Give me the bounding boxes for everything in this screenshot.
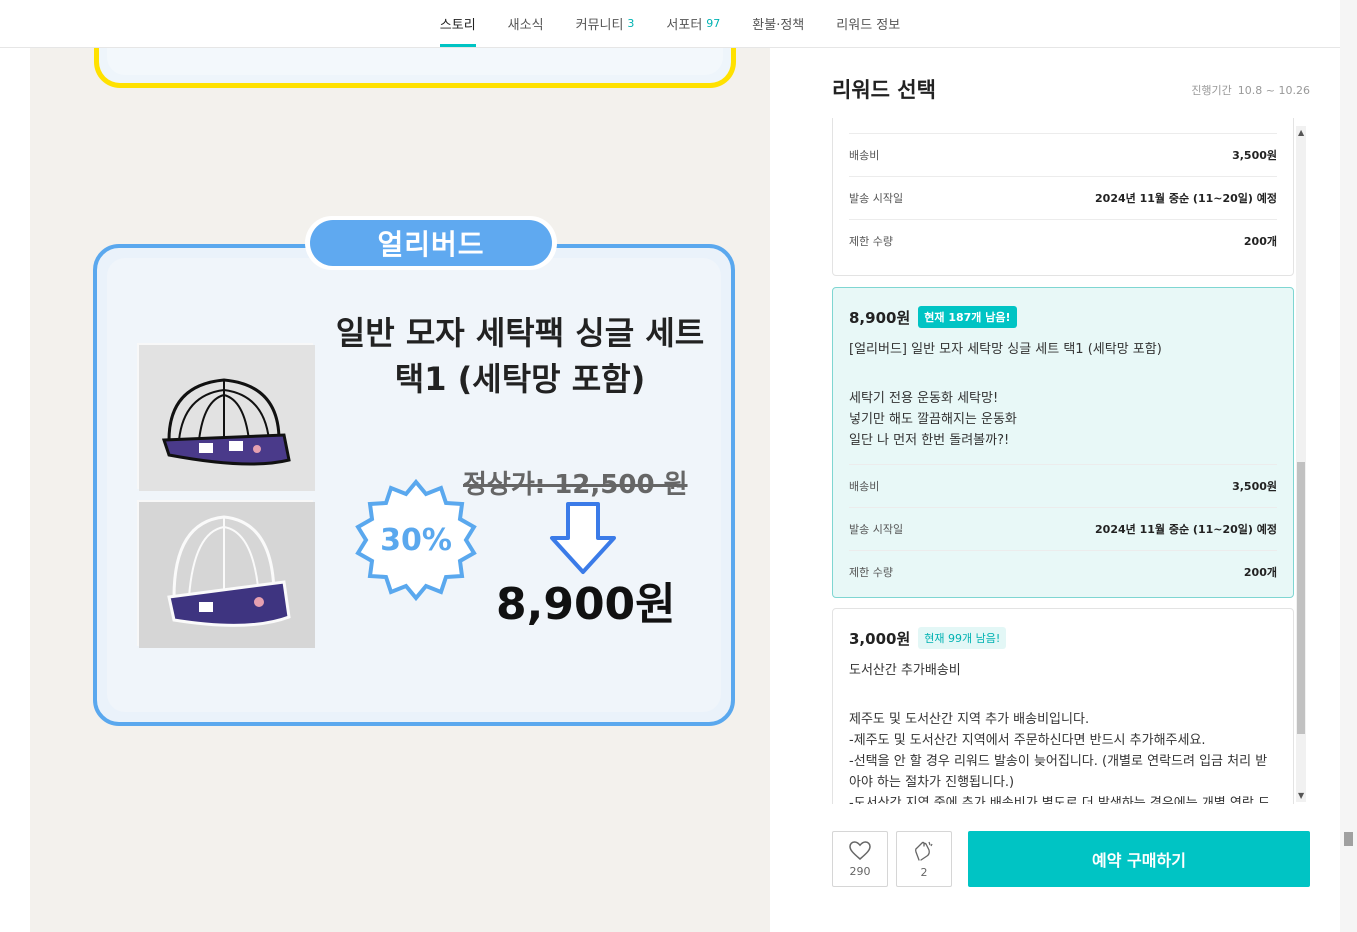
row-value: 2024년 11월 중순 (11~20일) 예정 — [1095, 192, 1277, 205]
product-image-black-frame — [137, 343, 315, 491]
scroll-down-arrow-icon[interactable]: ▼ — [1298, 791, 1304, 800]
desc-line: 제주도 및 도서산간 지역 추가 배송비입니다. — [849, 712, 1090, 727]
page-scrollbar-thumb[interactable] — [1344, 832, 1353, 846]
reward-row-limit: 제한 수량 200개 — [849, 219, 1277, 262]
desc-line: -도서산간 지역 중에 추가 배송비가 별도로 더 발생하는 경우에는 개별 연… — [849, 796, 1270, 804]
row-key: 배송비 — [849, 149, 880, 162]
like-count: 290 — [849, 864, 871, 878]
black-cap-frame-illustration — [139, 345, 315, 491]
reward-row-ship-date: 발송 시작일 2024년 11월 중순 (11~20일) 예정 — [849, 176, 1277, 219]
row-key: 제한 수량 — [849, 235, 893, 248]
cheer-count: 2 — [920, 865, 928, 879]
clap-hands-icon — [915, 841, 933, 861]
row-key: 발송 시작일 — [849, 192, 904, 205]
tab-community-label: 커뮤니티 — [575, 17, 624, 33]
reward-price: 3,000원 — [849, 629, 911, 648]
discount-percent: 30% — [380, 522, 452, 558]
product-image-white-frame — [137, 500, 315, 648]
tab-supporters-count: 97 — [706, 16, 721, 30]
like-button[interactable]: 290 — [832, 831, 888, 887]
reward-name: 도서산간 추가배송비 — [849, 663, 961, 678]
desc-line: -선택을 안 할 경우 리워드 발송이 늦어집니다. (개별로 연락드려 입금 … — [849, 754, 1268, 769]
heart-icon — [849, 840, 871, 860]
reward-description: 제주도 및 도서산간 지역 추가 배송비입니다. -제주도 및 도서산간 지역에… — [849, 709, 1279, 804]
scroll-up-arrow-icon[interactable]: ▲ — [1298, 128, 1304, 137]
desc-line: 넣기만 해도 깔끔해지는 운동화 — [849, 412, 1017, 427]
reward-item-previous[interactable]: 배송비 3,500원 발송 시작일 2024년 11월 중순 (11~20일) 예정… — [832, 118, 1294, 276]
sale-price: 8,900원 — [496, 579, 676, 630]
desc-line: 아야 하는 절차가 진행됩니다.) — [849, 775, 1015, 790]
reward-list-scrollbar[interactable]: ▲ ▼ — [1296, 126, 1306, 802]
row-value: 3,500원 — [1232, 480, 1277, 493]
reward-row-shipping: 배송비 3,500원 — [849, 133, 1277, 176]
desc-line: 일단 나 먼저 한번 돌려볼까?! — [849, 433, 1010, 448]
reward-list[interactable]: 배송비 3,500원 발송 시작일 2024년 11월 중순 (11~20일) 예정… — [832, 118, 1294, 804]
tab-bar: 스토리 새소식 커뮤니티 3 서포터 97 환불·정책 리워드 정보 — [424, 0, 916, 47]
early-bird-badge: 얼리버드 — [310, 220, 552, 266]
top-nav: 스토리 새소식 커뮤니티 3 서포터 97 환불·정책 리워드 정보 — [0, 0, 1340, 48]
tab-story[interactable]: 스토리 — [424, 0, 492, 47]
tab-refund-policy[interactable]: 환불·정책 — [736, 0, 820, 47]
scrollbar-thumb[interactable] — [1297, 462, 1305, 734]
down-arrow-icon — [548, 500, 618, 576]
row-value: 200개 — [1243, 235, 1277, 248]
regular-price: 정상가: 12,500 원 — [463, 470, 688, 500]
page-scrollbar[interactable] — [1340, 0, 1357, 932]
reward-head: 3,000원 현재 99개 남음! — [849, 627, 1007, 649]
tab-story-label: 스토리 — [439, 17, 476, 33]
desc-line: -제주도 및 도서산간 지역에서 주문하신다면 반드시 추가해주세요. — [849, 733, 1206, 748]
row-key: 발송 시작일 — [849, 523, 904, 536]
reward-row-shipping: 배송비 3,500원 — [849, 464, 1277, 507]
stock-badge: 현재 187개 남음! — [918, 306, 1017, 328]
previous-section-card-inner — [107, 48, 723, 75]
tab-news-label: 새소식 — [507, 17, 544, 33]
tab-reward-info[interactable]: 리워드 정보 — [820, 0, 916, 47]
tab-community-count: 3 — [627, 16, 635, 30]
reward-panel: 리워드 선택 진행기간 10.8 ~ 10.26 배송비 3,500원 발송 시작일… — [770, 48, 1340, 932]
tab-news[interactable]: 새소식 — [492, 0, 560, 47]
product-title-line1: 일반 모자 세탁팩 싱글 세트 — [335, 314, 705, 352]
reward-name: [얼리버드] 일반 모자 세탁망 싱글 세트 택1 (세탁망 포함) — [849, 342, 1162, 357]
tab-reward-info-label: 리워드 정보 — [836, 17, 901, 33]
row-key: 배송비 — [849, 480, 880, 493]
stock-badge: 현재 99개 남음! — [918, 627, 1007, 649]
product-title-line2: 택1 (세탁망 포함) — [394, 360, 646, 398]
cheer-button[interactable]: 2 — [896, 831, 952, 887]
discount-starburst-badge: 30% — [352, 476, 480, 604]
tab-supporters-label: 서포터 — [666, 17, 703, 33]
previous-section-card — [94, 48, 736, 88]
reward-row-limit: 제한 수량 200개 — [849, 550, 1277, 593]
preorder-buy-button[interactable]: 예약 구매하기 — [968, 831, 1310, 887]
row-value: 200개 — [1243, 566, 1277, 579]
row-value: 3,500원 — [1232, 149, 1277, 162]
product-title: 일반 모자 세탁팩 싱글 세트 택1 (세탁망 포함) — [320, 310, 720, 402]
page-root: 스토리 새소식 커뮤니티3 서포터97 환불·정책 리워드 정보 얼리버드 — [0, 0, 1357, 932]
row-value: 2024년 11월 중순 (11~20일) 예정 — [1095, 523, 1277, 536]
down-arrow-shape — [550, 502, 616, 574]
reward-item-remote-shipping[interactable]: 3,000원 현재 99개 남음! 도서산간 추가배송비 제주도 및 도서산간 … — [832, 608, 1294, 804]
tab-refund-policy-label: 환불·정책 — [752, 17, 805, 33]
reward-price: 8,900원 — [849, 308, 911, 327]
reward-panel-title: 리워드 선택 — [832, 78, 936, 102]
reward-description: 세탁기 전용 운동화 세탁망! 넣기만 해도 깔끔해지는 운동화 일단 나 먼저… — [849, 388, 1279, 451]
story-content: 얼리버드 일반 모자 세탁팩 싱글 세트 택1 (세탁망 포함) 30% 정상가… — [30, 48, 770, 932]
funding-period-dates: 10.8 ~ 10.26 — [1237, 84, 1310, 97]
funding-period-label: 진행기간 — [1191, 84, 1232, 97]
tab-supporters[interactable]: 서포터 97 — [650, 0, 736, 47]
left-gutter — [0, 48, 30, 932]
white-cap-frame-illustration — [139, 502, 315, 648]
desc-line: 세탁기 전용 운동화 세탁망! — [849, 391, 999, 406]
reward-head: 8,900원 현재 187개 남음! — [849, 306, 1017, 328]
reward-row-ship-date: 발송 시작일 2024년 11월 중순 (11~20일) 예정 — [849, 507, 1277, 550]
funding-period: 진행기간 10.8 ~ 10.26 — [1191, 82, 1310, 98]
reward-item-early-bird[interactable]: 8,900원 현재 187개 남음! [얼리버드] 일반 모자 세탁망 싱글 세… — [832, 287, 1294, 598]
row-key: 제한 수량 — [849, 566, 893, 579]
tab-community[interactable]: 커뮤니티 3 — [560, 0, 651, 47]
